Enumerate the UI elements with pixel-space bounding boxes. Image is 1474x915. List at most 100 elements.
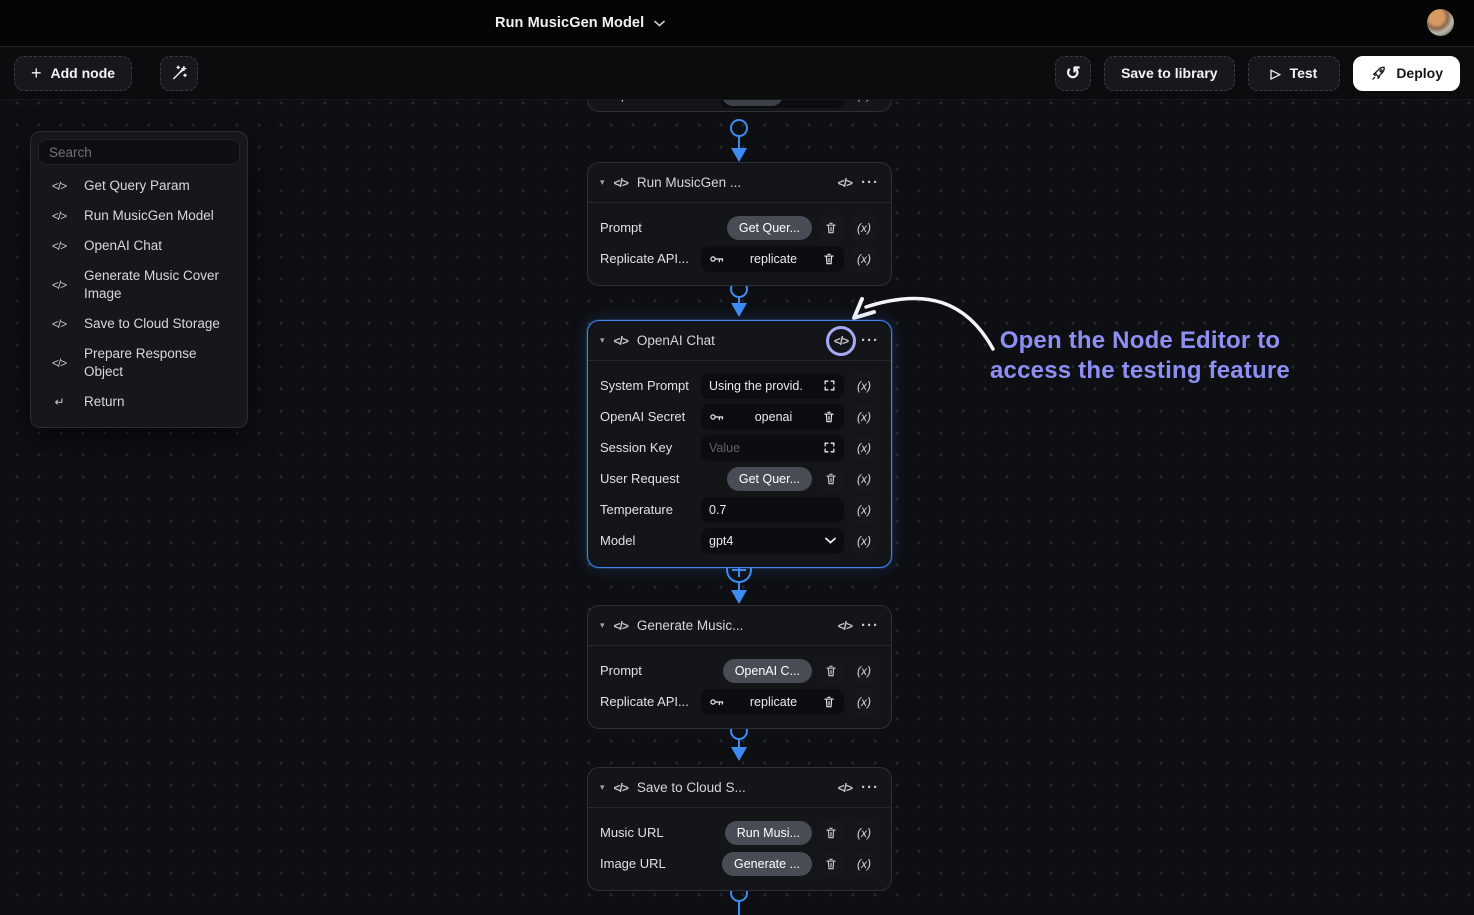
text-field[interactable]: Using the provid. — [701, 373, 844, 399]
variables-button[interactable]: (x) — [850, 820, 878, 846]
sidebar-item-label: Run MusicGen Model — [84, 207, 214, 225]
node-row: Temperature0.7(x) — [600, 494, 878, 525]
workflow-node-save-to-cloud-s[interactable]: ▾</>Save to Cloud S...</>···Music URLRun… — [587, 767, 892, 891]
history-button[interactable]: ↺ — [1055, 56, 1091, 91]
sidebar-item-openai-chat[interactable]: </>OpenAI Chat — [38, 231, 240, 261]
variables-button[interactable]: (x) — [850, 528, 878, 554]
row-label: Session Key — [600, 440, 701, 455]
field-value: Using the provid. — [709, 379, 817, 393]
more-options-button[interactable]: ··· — [861, 174, 879, 191]
code-icon: </> — [48, 317, 70, 331]
more-options-button[interactable]: ··· — [861, 779, 879, 796]
sidebar-item-run-musicgen-model[interactable]: </> Run MusicGen Model — [38, 201, 240, 231]
workflow-title-menu[interactable]: Run MusicGen Model — [495, 0, 665, 46]
row-label: Prompt — [600, 663, 723, 678]
magic-wand-icon — [170, 64, 188, 82]
variables-button[interactable]: (x) — [850, 851, 878, 877]
variables-button[interactable]: (x) — [850, 658, 878, 684]
row-controls: replicate (x) — [701, 246, 878, 272]
secret-field[interactable]: replicate — [701, 246, 844, 272]
node-row: PromptOpenAI C... (x) — [600, 655, 878, 686]
test-button[interactable]: ▷ Test — [1248, 56, 1341, 91]
node-body: Music URLRun Musi...(x)Image URLGenerate… — [588, 808, 891, 890]
code-icon: </> — [48, 209, 70, 223]
row-controls: replicate(x) — [701, 689, 878, 715]
workflow-node-run-musicgen[interactable]: ▾</>Run MusicGen ...</>···PromptGet Quer… — [587, 162, 892, 286]
sidebar-item-label: Get Query Param — [84, 177, 190, 195]
connected-value-pill[interactable]: Get Quer... — [727, 216, 812, 240]
delete-button[interactable] — [822, 410, 836, 424]
secret-field[interactable]: openai — [701, 404, 844, 430]
deploy-button[interactable]: Deploy — [1353, 56, 1460, 91]
play-icon: ▷ — [1271, 67, 1281, 80]
variables-button[interactable]: (x) — [850, 404, 878, 430]
code-icon: </> — [48, 179, 70, 193]
connected-value-pill[interactable]: Get Quer... — [727, 467, 812, 491]
row-controls: Generate ... (x) — [722, 851, 878, 877]
delete-button[interactable] — [818, 466, 844, 492]
annotation-line1: Open the Node Editor to — [965, 326, 1315, 356]
sidebar-item-return[interactable]: ↵Return — [38, 387, 240, 417]
row-controls: gpt4(x) — [701, 528, 878, 554]
expand-icon[interactable] — [823, 441, 836, 454]
search-input[interactable] — [38, 139, 240, 165]
row-controls: 0.7(x) — [701, 497, 878, 523]
secret-name: replicate — [731, 252, 816, 266]
connected-value-pill[interactable]: Generate ... — [722, 852, 812, 876]
code-icon: </> — [614, 619, 628, 633]
variables-button[interactable]: (x) — [850, 373, 878, 399]
sidebar-item-prepare-response-object[interactable]: </>Prepare Response Object — [38, 339, 240, 387]
node-editor-button[interactable]: </> — [838, 781, 852, 795]
connected-value-pill[interactable]: OpenAI C... — [723, 659, 812, 683]
avatar[interactable] — [1427, 9, 1454, 36]
collapse-chevron-icon[interactable]: ▾ — [600, 782, 605, 793]
node-editor-button[interactable]: </> — [838, 619, 852, 633]
variables-button[interactable]: (x) — [850, 435, 878, 461]
connected-value-pill[interactable]: Run Musi... — [725, 821, 812, 845]
variables-button[interactable]: (x) — [850, 497, 878, 523]
row-controls: Get Quer... (x) — [727, 466, 878, 492]
select-field[interactable]: gpt4 — [701, 528, 844, 554]
sidebar-item-save-to-cloud-storage[interactable]: </> Save to Cloud Storage — [38, 309, 240, 339]
sidebar-item-label: Save to Cloud Storage — [84, 315, 220, 333]
collapse-chevron-icon[interactable]: ▾ — [600, 620, 605, 631]
node-editor-button[interactable]: </> — [838, 176, 852, 190]
row-controls: Using the provid. (x) — [701, 373, 878, 399]
text-field[interactable]: 0.7 — [701, 497, 844, 523]
collapse-chevron-icon[interactable]: ▾ — [600, 177, 605, 188]
node-body: System PromptUsing the provid.(x)OpenAI … — [588, 361, 891, 567]
node-body: PromptGet Quer...(x)Replicate API...repl… — [588, 203, 891, 285]
text-field[interactable]: Value — [701, 435, 844, 461]
workflow-node-generate-music[interactable]: ▾</>Generate Music...</>···PromptOpenAI … — [587, 605, 892, 729]
ai-wand-button[interactable] — [160, 56, 198, 91]
variables-button[interactable]: (x) — [850, 466, 878, 492]
workflow-node-openai-chat[interactable]: ▾</>OpenAI Chat</>···System PromptUsing … — [587, 320, 892, 568]
delete-button[interactable] — [822, 695, 836, 709]
delete-button[interactable] — [818, 658, 844, 684]
sidebar-item-get-query-param[interactable]: </> Get Query Param — [38, 171, 240, 201]
variables-button[interactable]: (x) — [850, 246, 878, 272]
delete-button[interactable] — [818, 820, 844, 846]
code-icon: </> — [614, 334, 628, 348]
variables-button[interactable]: (x) — [850, 689, 878, 715]
key-icon — [709, 253, 725, 265]
add-node-button[interactable]: + Add node — [14, 56, 132, 91]
save-to-library-button[interactable]: Save to library — [1104, 56, 1235, 91]
delete-button[interactable] — [822, 252, 836, 266]
delete-button[interactable] — [818, 851, 844, 877]
node-editor-button[interactable]: </> — [834, 334, 848, 348]
sidebar-item-generate-music-cover-image[interactable]: </>Generate Music Cover Image — [38, 261, 240, 309]
variables-button[interactable]: (x) — [850, 215, 878, 241]
node-row: Modelgpt4(x) — [600, 525, 878, 556]
more-options-button[interactable]: ··· — [861, 617, 879, 634]
row-controls: Run Musi... (x) — [725, 820, 878, 846]
expand-icon[interactable] — [823, 379, 836, 392]
more-options-button[interactable]: ··· — [861, 332, 879, 349]
sidebar-item-label: Prepare Response Object — [84, 345, 232, 381]
toolbar: + Add node ↺ Save to library ▷ Test — [0, 46, 1474, 100]
plus-icon: + — [31, 64, 42, 82]
secret-field[interactable]: replicate — [701, 689, 844, 715]
annotation-callout: Open the Node Editor to access the testi… — [965, 326, 1315, 386]
collapse-chevron-icon[interactable]: ▾ — [600, 335, 605, 346]
delete-button[interactable] — [818, 215, 844, 241]
